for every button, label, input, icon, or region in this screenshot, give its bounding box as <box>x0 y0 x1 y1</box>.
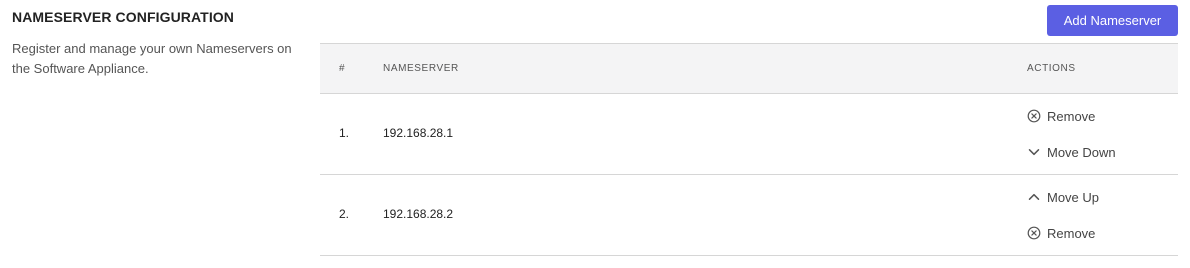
column-header-number: # <box>339 63 346 74</box>
column-header-actions: ACTIONS <box>1027 63 1076 74</box>
action-label: Remove <box>1047 108 1096 124</box>
move-up-button[interactable]: Move Up <box>1027 186 1099 208</box>
table-row: 1. 192.168.28.1 Remove Move Down <box>320 94 1178 175</box>
section-title: NAMESERVER CONFIGURATION <box>12 9 235 25</box>
remove-icon <box>1027 109 1041 123</box>
table-header: # NAMESERVER ACTIONS <box>320 44 1178 94</box>
action-label: Remove <box>1047 225 1096 241</box>
action-label: Move Down <box>1047 144 1116 160</box>
action-label: Move Up <box>1047 189 1100 205</box>
row-number: 2. <box>339 207 350 221</box>
section-description: Register and manage your own Nameservers… <box>12 41 292 76</box>
nameserver-address: 192.168.28.1 <box>383 126 454 140</box>
row-actions: Remove Move Down <box>1027 105 1116 163</box>
remove-button[interactable]: Remove <box>1027 222 1099 244</box>
chevron-up-icon <box>1027 190 1041 204</box>
column-header-nameserver: NAMESERVER <box>383 63 459 74</box>
row-actions: Move Up Remove <box>1027 186 1099 244</box>
move-down-button[interactable]: Move Down <box>1027 141 1116 163</box>
remove-button[interactable]: Remove <box>1027 105 1116 127</box>
nameserver-table: # NAMESERVER ACTIONS 1. 192.168.28.1 Rem… <box>320 43 1178 256</box>
row-number: 1. <box>339 126 350 140</box>
remove-icon <box>1027 226 1041 240</box>
table-row: 2. 192.168.28.2 Move Up Remove <box>320 175 1178 256</box>
nameserver-address: 192.168.28.2 <box>383 207 454 221</box>
chevron-down-icon <box>1027 145 1041 159</box>
add-nameserver-button[interactable]: Add Nameserver <box>1047 5 1178 36</box>
